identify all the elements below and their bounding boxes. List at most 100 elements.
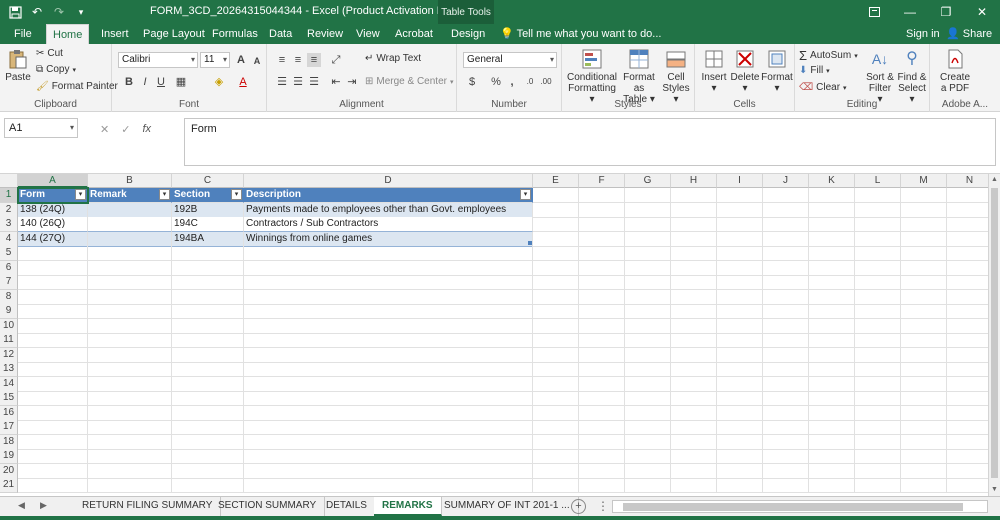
grid-cell[interactable]	[901, 478, 947, 493]
grid-cell[interactable]	[172, 405, 244, 421]
grid-cell[interactable]	[172, 376, 244, 392]
redo-icon[interactable]: ↷	[50, 3, 68, 21]
grid-cell[interactable]	[855, 478, 901, 493]
grid-cell[interactable]	[717, 217, 763, 232]
grid-cell[interactable]	[947, 290, 988, 305]
tab-split-handle[interactable]: ⋮	[597, 499, 609, 513]
grid-cell[interactable]	[579, 333, 625, 348]
tab-acrobat[interactable]: Acrobat	[389, 24, 439, 44]
grid-cell[interactable]	[244, 405, 533, 421]
row-header-12[interactable]: 12	[0, 347, 18, 363]
row-header-3[interactable]: 3	[0, 217, 18, 232]
comma-style-icon[interactable]: ,	[505, 75, 519, 89]
grid-cell[interactable]	[88, 463, 172, 479]
grid-cell[interactable]	[671, 318, 717, 334]
grid-cell[interactable]	[947, 464, 988, 479]
grid-cell[interactable]	[901, 362, 947, 377]
grid-cell[interactable]	[579, 391, 625, 406]
vertical-scrollbar[interactable]: ▲ ▼	[988, 174, 1000, 496]
grid-cell[interactable]	[947, 217, 988, 232]
grid-cell[interactable]	[763, 376, 809, 392]
grid-cell[interactable]	[88, 376, 172, 392]
grid-cell[interactable]	[809, 449, 855, 464]
grid-cell[interactable]	[901, 202, 947, 218]
grid-cell[interactable]	[671, 231, 717, 247]
row-header-4[interactable]: 4	[0, 231, 18, 247]
grid-cell[interactable]	[625, 217, 671, 232]
grid-cell[interactable]	[533, 449, 579, 464]
grid-cell[interactable]	[763, 275, 809, 290]
grid-cell[interactable]	[88, 362, 172, 377]
grid-cell[interactable]	[172, 304, 244, 319]
grid-cell[interactable]	[763, 449, 809, 464]
undo-icon[interactable]: ↶	[28, 3, 46, 21]
ribbon-display-icon[interactable]	[856, 0, 892, 24]
grid-cell[interactable]	[533, 188, 579, 203]
row-header-2[interactable]: 2	[0, 202, 18, 218]
grid-cell[interactable]	[947, 406, 988, 421]
grid-cell[interactable]	[172, 478, 244, 493]
font-size-select[interactable]: 11 ▾	[200, 52, 230, 68]
grid-cell[interactable]	[763, 420, 809, 435]
grid-cell[interactable]	[579, 449, 625, 464]
fill-color-icon[interactable]: ◈	[212, 75, 226, 89]
sheet-tab[interactable]: SUMMARY OF INT 201-1 ...	[436, 497, 579, 516]
grid-cell[interactable]	[855, 405, 901, 421]
table-cell[interactable]	[88, 231, 172, 247]
grid-cell[interactable]	[763, 391, 809, 406]
sign-in-link[interactable]: Sign in	[906, 24, 940, 44]
grid-cell[interactable]	[901, 260, 947, 276]
prev-sheet-icon[interactable]: ◀	[18, 500, 25, 511]
grid-cell[interactable]	[671, 289, 717, 305]
grid-cell[interactable]	[625, 391, 671, 406]
name-box[interactable]: A1 ▾	[4, 118, 78, 138]
grid-cell[interactable]	[671, 304, 717, 319]
filter-dropdown-icon[interactable]: ▾	[159, 189, 170, 200]
grid-cell[interactable]	[855, 260, 901, 276]
table-cell[interactable]: 194C	[172, 217, 244, 232]
grid-cell[interactable]	[18, 478, 88, 493]
grid-cell[interactable]	[172, 391, 244, 406]
grid-cell[interactable]	[579, 260, 625, 276]
grid-cell[interactable]	[244, 347, 533, 363]
grow-font-icon[interactable]: A	[234, 53, 248, 67]
grid-cell[interactable]	[809, 202, 855, 218]
grid-cell[interactable]	[671, 260, 717, 276]
horizontal-scroll-thumb[interactable]	[623, 503, 963, 511]
row-header-18[interactable]: 18	[0, 434, 18, 450]
table-cell[interactable]: 144 (27Q)	[18, 231, 88, 247]
grid-cell[interactable]	[18, 260, 88, 276]
column-header-j[interactable]: J	[763, 174, 809, 188]
row-header-9[interactable]: 9	[0, 304, 18, 319]
table-header-cell[interactable]: Remark ▾	[88, 188, 172, 203]
bold-button[interactable]: B	[122, 75, 136, 89]
grid-cell[interactable]	[671, 478, 717, 493]
grid-cell[interactable]	[947, 246, 988, 261]
filter-dropdown-icon[interactable]: ▾	[520, 189, 531, 200]
grid-cell[interactable]	[717, 463, 763, 479]
align-middle-icon[interactable]: ≡	[291, 53, 305, 67]
grid-cell[interactable]	[947, 478, 988, 493]
spreadsheet-grid[interactable]: A B C D E F G H I J K L M N 1 Form ▾ Remark ▾ Section ▾ Descr…	[0, 174, 988, 496]
table-cell[interactable]: Winnings from online games	[244, 231, 533, 247]
grid-cell[interactable]	[88, 275, 172, 290]
grid-cell[interactable]	[763, 188, 809, 203]
grid-cell[interactable]	[717, 478, 763, 493]
format-as-table-button[interactable]: Format as Table ▾	[618, 48, 660, 105]
grid-cell[interactable]	[671, 391, 717, 406]
grid-cell[interactable]	[625, 289, 671, 305]
sheet-tab[interactable]: SECTION SUMMARY	[210, 497, 326, 516]
grid-cell[interactable]	[809, 405, 855, 421]
table-cell[interactable]: 140 (26Q)	[18, 217, 88, 232]
grid-cell[interactable]	[947, 304, 988, 319]
cancel-icon[interactable]: ✕	[100, 123, 109, 136]
grid-cell[interactable]	[18, 391, 88, 406]
grid-cell[interactable]	[855, 246, 901, 261]
grid-cell[interactable]	[579, 217, 625, 232]
grid-cell[interactable]	[533, 318, 579, 334]
grid-cell[interactable]	[671, 333, 717, 348]
grid-cell[interactable]	[717, 434, 763, 450]
grid-cell[interactable]	[579, 304, 625, 319]
align-right-icon[interactable]: ☰	[307, 75, 321, 89]
table-cell[interactable]	[88, 202, 172, 218]
